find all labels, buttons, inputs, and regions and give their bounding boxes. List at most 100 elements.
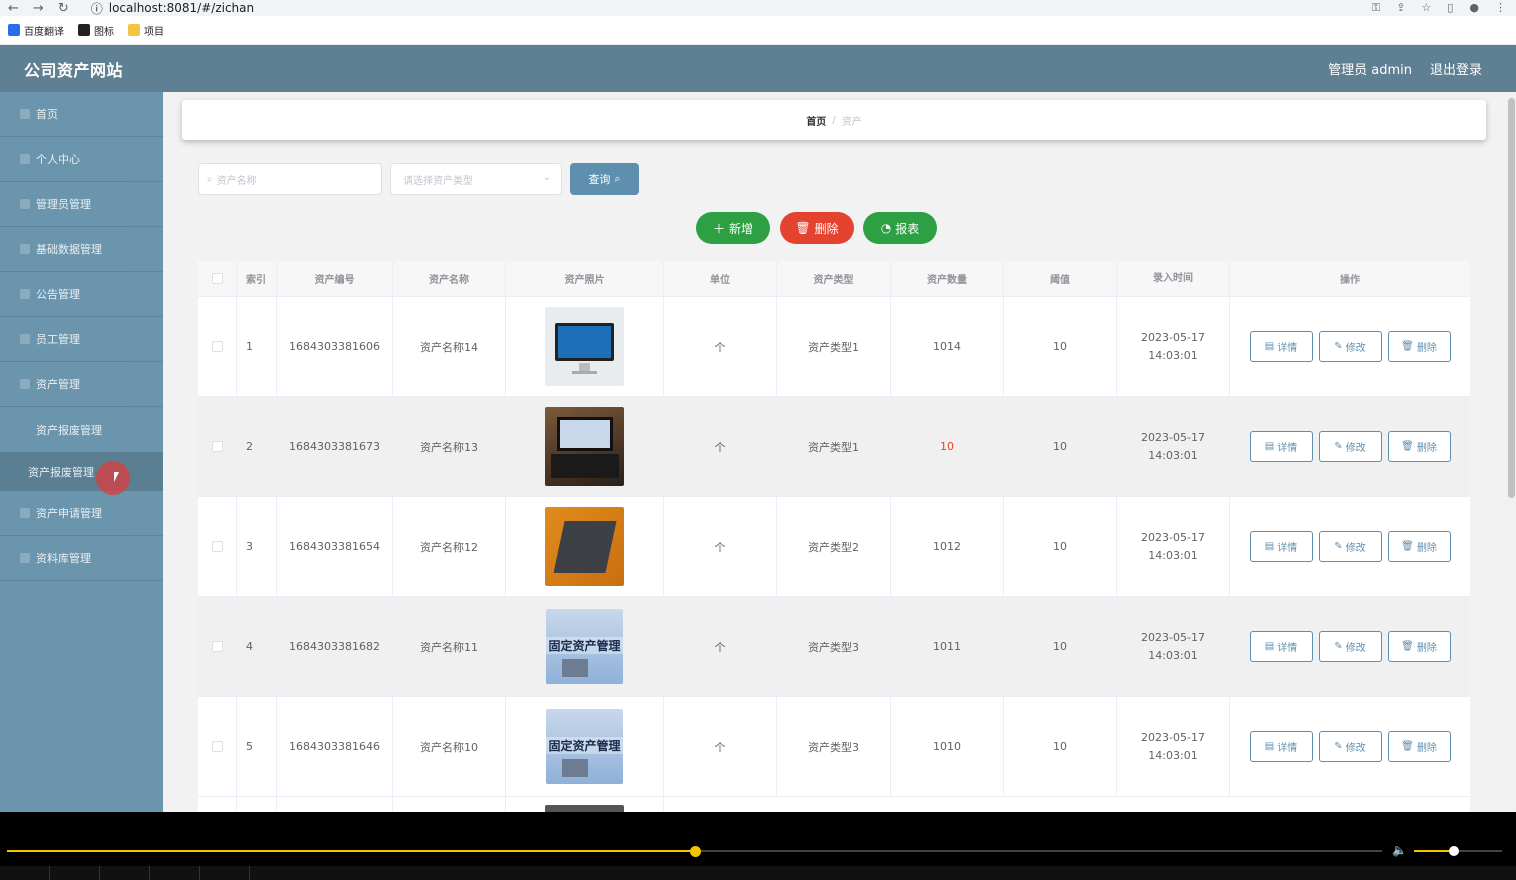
logout-link[interactable]: 退出登录 — [1430, 59, 1482, 78]
reload-icon[interactable]: ↻ — [58, 1, 69, 16]
header-select-all[interactable] — [198, 261, 237, 296]
edit-button[interactable]: ✎ 修改 — [1318, 531, 1382, 562]
asset-photo-fixed-asset[interactable]: 固定资产管理 — [546, 609, 623, 684]
asset-photo-laptop[interactable] — [545, 407, 624, 486]
asset-photo-partial — [545, 805, 624, 812]
edit-button[interactable]: ✎ 修改 — [1318, 331, 1382, 362]
breadcrumb: 首页 / 资产 — [182, 100, 1486, 140]
row-select — [198, 497, 237, 596]
detail-button[interactable]: ▤ 详情 — [1249, 331, 1313, 362]
search-icon: ⌕ — [614, 172, 621, 185]
profile-icon[interactable]: ● — [1469, 1, 1479, 15]
address-bar[interactable]: ⓘ localhost:8081/#/zichan — [91, 0, 254, 17]
checkbox[interactable] — [211, 273, 223, 284]
row-name: 资产名称11 — [393, 597, 506, 696]
detail-button[interactable]: ▤ 详情 — [1249, 531, 1313, 562]
row-qty: 1011 — [891, 597, 1004, 696]
row-code: 1684303381682 — [277, 597, 393, 696]
pencil-icon: ✎ — [1334, 641, 1343, 652]
menu-icon[interactable]: ⋮ — [1495, 1, 1506, 15]
control-slot[interactable] — [50, 866, 100, 880]
sidepanel-icon[interactable]: ▯ — [1447, 1, 1453, 15]
row-threshold: 10 — [1004, 497, 1117, 596]
sidebar-item-scrap[interactable]: 资产报废管理 — [0, 407, 163, 452]
delete-button[interactable]: 🗑 删除 — [1387, 331, 1451, 362]
page-scrollbar[interactable] — [1506, 92, 1516, 812]
scrollbar-thumb[interactable] — [1508, 98, 1515, 498]
document-icon: ▤ — [1264, 641, 1275, 652]
bookmark-icons[interactable]: 图标 — [78, 23, 114, 38]
star-icon[interactable]: ☆ — [1421, 1, 1431, 15]
sidebar-item-home[interactable]: 首页 — [0, 92, 163, 137]
edit-button[interactable]: ✎ 修改 — [1318, 731, 1382, 762]
breadcrumb-home[interactable]: 首页 — [806, 113, 826, 128]
checkbox[interactable] — [211, 741, 223, 752]
asset-type-select[interactable]: 请选择资产类型 ⌄ — [390, 163, 562, 195]
edit-button[interactable]: ✎ 修改 — [1318, 431, 1382, 462]
sidebar-item-profile[interactable]: 个人中心 — [0, 137, 163, 182]
row-actions: ▤ 详情 ✎ 修改 🗑 删除 — [1230, 497, 1470, 596]
control-slot[interactable] — [100, 866, 150, 880]
volume-icon[interactable]: 🔈 — [1392, 843, 1407, 857]
row-qty: 1012 — [891, 497, 1004, 596]
asset-photo-imac[interactable] — [545, 307, 624, 386]
back-icon[interactable]: ← — [8, 1, 19, 16]
delete-button[interactable]: 🗑 删除 — [1387, 531, 1451, 562]
share-icon[interactable]: ⇪ — [1396, 1, 1405, 15]
row-threshold: 10 — [1004, 297, 1117, 396]
forward-icon[interactable]: → — [33, 1, 44, 16]
batch-delete-button[interactable]: 🗑 删除 — [780, 212, 854, 244]
document-icon: ▤ — [1264, 441, 1275, 452]
add-button[interactable]: ＋新增 — [696, 212, 770, 244]
asset-photo-fixed-asset[interactable]: 固定资产管理 — [546, 709, 623, 784]
sidebar-item-library[interactable]: 资料库管理 — [0, 536, 163, 581]
staff-icon — [20, 334, 30, 344]
control-slot[interactable] — [0, 866, 50, 880]
sidebar-item-assets[interactable]: 资产管理 — [0, 362, 163, 407]
translate-icon — [8, 24, 20, 36]
notice-icon — [20, 289, 30, 299]
detail-button[interactable]: ▤ 详情 — [1249, 431, 1313, 462]
checkbox[interactable] — [211, 541, 223, 552]
sidebar-item-admins[interactable]: 管理员管理 — [0, 182, 163, 227]
row-actions: ▤ 详情 ✎ 修改 🗑 删除 — [1230, 697, 1470, 796]
folder-icon — [128, 24, 140, 36]
checkbox[interactable] — [211, 441, 223, 452]
admin-icon — [20, 199, 30, 209]
volume-knob[interactable] — [1448, 846, 1459, 856]
sidebar-item-staff[interactable]: 员工管理 — [0, 317, 163, 362]
progress-fill — [7, 850, 695, 852]
header-cell: 单位 — [664, 261, 777, 296]
breadcrumb-separator: / — [832, 114, 836, 126]
control-slot[interactable] — [150, 866, 200, 880]
trash-icon: 🗑 — [1401, 341, 1414, 352]
delete-button[interactable]: 🗑 删除 — [1387, 431, 1451, 462]
row-qty: 1010 — [891, 697, 1004, 796]
report-button[interactable]: ◔ 报表 — [863, 212, 937, 244]
asset-photo-laptop[interactable] — [545, 507, 624, 586]
control-slot[interactable] — [200, 866, 250, 880]
row-actions: ▤ 详情 ✎ 修改 🗑 删除 — [1230, 297, 1470, 396]
asset-name-search-input[interactable]: ⌕ 资产名称 — [198, 163, 382, 195]
scrap-icon — [20, 425, 30, 435]
key-icon[interactable]: ⚿ — [1372, 1, 1380, 15]
detail-button[interactable]: ▤ 详情 — [1249, 631, 1313, 662]
detail-button[interactable]: ▤ 详情 — [1249, 731, 1313, 762]
query-button[interactable]: 查询 ⌕ — [570, 163, 639, 195]
row-select — [198, 697, 237, 796]
app-title: 公司资产网站 — [24, 60, 124, 80]
sidebar-item-applications[interactable]: 资产申请管理 — [0, 491, 163, 536]
delete-button[interactable]: 🗑 删除 — [1387, 631, 1451, 662]
row-photo-cell — [506, 797, 664, 812]
bookmark-project[interactable]: 项目 — [128, 23, 164, 38]
row-photo-cell: 固定资产管理 — [506, 697, 664, 796]
bookmark-translate[interactable]: 百度翻译 — [8, 23, 64, 38]
checkbox[interactable] — [211, 641, 223, 652]
checkbox[interactable] — [211, 341, 223, 352]
progress-knob[interactable] — [689, 846, 701, 857]
sidebar-subitem-scrap[interactable]: 资产报废管理 — [0, 452, 163, 495]
sidebar-item-notices[interactable]: 公告管理 — [0, 272, 163, 317]
edit-button[interactable]: ✎ 修改 — [1318, 631, 1382, 662]
sidebar-item-basic-data[interactable]: 基础数据管理 — [0, 227, 163, 272]
delete-button[interactable]: 🗑 删除 — [1387, 731, 1451, 762]
